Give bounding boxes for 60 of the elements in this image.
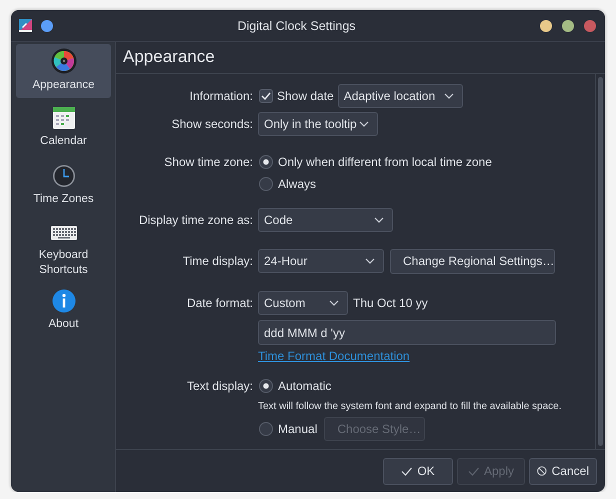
option-label: Automatic (278, 379, 332, 393)
option-label: Manual (278, 422, 318, 436)
close-button[interactable] (584, 20, 596, 32)
checkmark-icon (401, 466, 412, 476)
field-label: Show seconds: (172, 117, 253, 131)
sidebar-item-label: Calendar (40, 134, 87, 149)
chevron-down-icon (374, 217, 384, 223)
radio-button[interactable] (259, 177, 273, 191)
sidebar-item[interactable]: Calendar (16, 102, 111, 156)
sidebar-item[interactable]: Appearance (16, 44, 111, 98)
sidebar-item[interactable]: About (16, 285, 111, 339)
checkmark-icon (261, 92, 271, 100)
chevron-down-icon (359, 121, 369, 127)
dropdown[interactable]: Adaptive location (338, 84, 463, 108)
sidebar-item-label: Time Zones (33, 192, 94, 207)
chevron-down-icon (329, 300, 339, 306)
maximize-button[interactable] (562, 20, 574, 32)
calendar-icon (52, 106, 76, 130)
dropdown[interactable]: Only in the tooltip (258, 112, 378, 136)
window-title: Digital Clock Settings (236, 18, 357, 32)
field-label: Date format: (186, 296, 253, 310)
field-label: Display time zone as: (138, 213, 253, 227)
cancel-icon (537, 465, 547, 477)
option-label: Show date (277, 89, 334, 103)
dropdown[interactable]: Code (258, 208, 393, 232)
sidebar-item[interactable]: Time Zones (16, 160, 111, 214)
minimize-button[interactable] (540, 20, 552, 32)
checkmark-icon (468, 466, 479, 476)
sidebar-item-label: Appearance (32, 78, 95, 93)
cancel-button[interactable]: Cancel (529, 458, 597, 484)
ok-button[interactable]: OK (383, 458, 453, 484)
regional-settings-button[interactable]: Change Regional Settings… (390, 248, 555, 274)
app-icon (19, 19, 32, 32)
input-field[interactable]: ddd MMM d 'yy (258, 320, 556, 345)
clock-icon (52, 164, 76, 188)
option-label: Always (278, 177, 316, 191)
sidebar-item-label: About (48, 317, 79, 332)
checkbox[interactable] (259, 89, 273, 103)
documentation-link[interactable]: Time Format Documentation (258, 349, 410, 363)
dropdown[interactable]: Custom (258, 291, 348, 315)
field-label: Time display: (182, 254, 253, 268)
chevron-down-icon (365, 258, 375, 264)
field-label: Text display: (186, 379, 253, 393)
radio-button[interactable] (259, 379, 273, 393)
page-title: Appearance (116, 42, 605, 74)
field-label: Information: (190, 89, 253, 103)
pin-icon[interactable] (41, 20, 53, 32)
sidebar-item[interactable]: Keyboard Shortcuts (16, 218, 111, 281)
option-label: Only when different from local time zone (278, 155, 492, 169)
chevron-down-icon (444, 93, 454, 99)
radio-button[interactable] (259, 422, 273, 436)
radio-button[interactable] (259, 155, 273, 169)
color-wheel-icon (50, 48, 76, 74)
field-label: Show time zone: (164, 155, 253, 169)
sidebar-item-label: Keyboard Shortcuts (38, 248, 90, 278)
info-icon (52, 289, 76, 313)
dropdown[interactable]: 24-Hour (258, 249, 384, 273)
scrollbar[interactable] (598, 77, 603, 446)
help-text: Text will follow the system font and expand to fill the available space. (258, 400, 562, 412)
date-preview: Thu Oct 10 yy (353, 296, 428, 310)
